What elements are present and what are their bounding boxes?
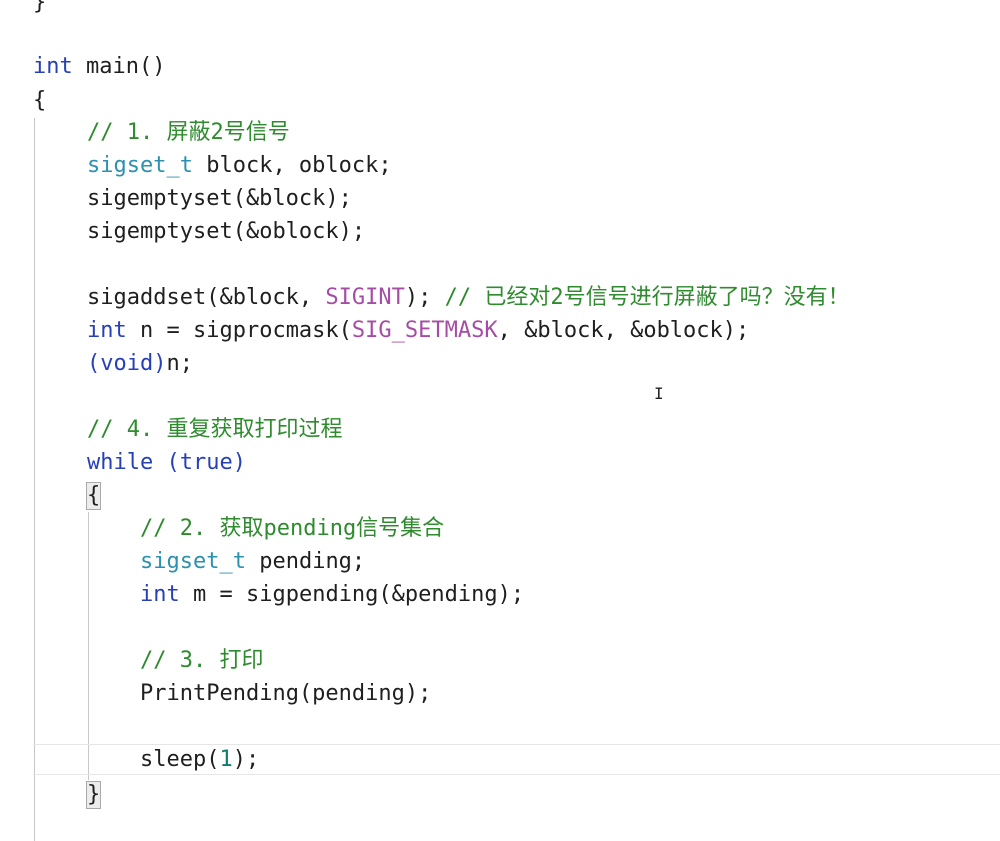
code-editor[interactable]: } int main() { // 1. 屏蔽2号信号 sigset_t blo… <box>0 0 1000 841</box>
code-line-sigemptyset-oblock: sigemptyset(&oblock); <box>87 219 366 244</box>
code-line-pending-decl: sigset_t pending; <box>140 549 366 574</box>
code-line-sigemptyset-block: sigemptyset(&block); <box>87 186 352 211</box>
code-line-sigset-decl: sigset_t block, oblock; <box>87 153 392 178</box>
code-comment-2: // 2. 获取pending信号集合 <box>140 516 445 541</box>
code-line-sigaddset: sigaddset(&block, SIGINT); // 已经对2号信号进行屏… <box>87 285 850 310</box>
code-line-while: while (true) <box>87 450 246 475</box>
matched-brace-open: { <box>85 482 102 510</box>
matched-brace-close: } <box>85 781 102 809</box>
code-line-sleep: sleep(1); <box>140 747 260 772</box>
code-line-prev-close: } <box>33 0 47 15</box>
code-line-while-open-brace: { <box>85 479 102 512</box>
code-line-sigprocmask: int n = sigprocmask(SIG_SETMASK, &block,… <box>87 318 750 343</box>
code-line-main-open-brace: { <box>33 88 47 113</box>
indent-guide-while <box>88 512 89 780</box>
code-line-sigpending: int m = sigpending(&pending); <box>140 582 525 607</box>
indent-guide-main <box>34 118 35 841</box>
code-comment-3: // 3. 打印 <box>140 648 264 673</box>
ibeam-cursor-icon: I <box>654 384 664 403</box>
code-line-void-cast: (void)n; <box>87 351 193 376</box>
code-comment-1: // 1. 屏蔽2号信号 <box>87 120 290 145</box>
code-line-while-close-brace: } <box>85 778 102 811</box>
code-comment-4: // 4. 重复获取打印过程 <box>87 417 343 442</box>
code-line-main-signature: int main() <box>33 54 166 79</box>
code-line-print-pending: PrintPending(pending); <box>140 681 432 706</box>
